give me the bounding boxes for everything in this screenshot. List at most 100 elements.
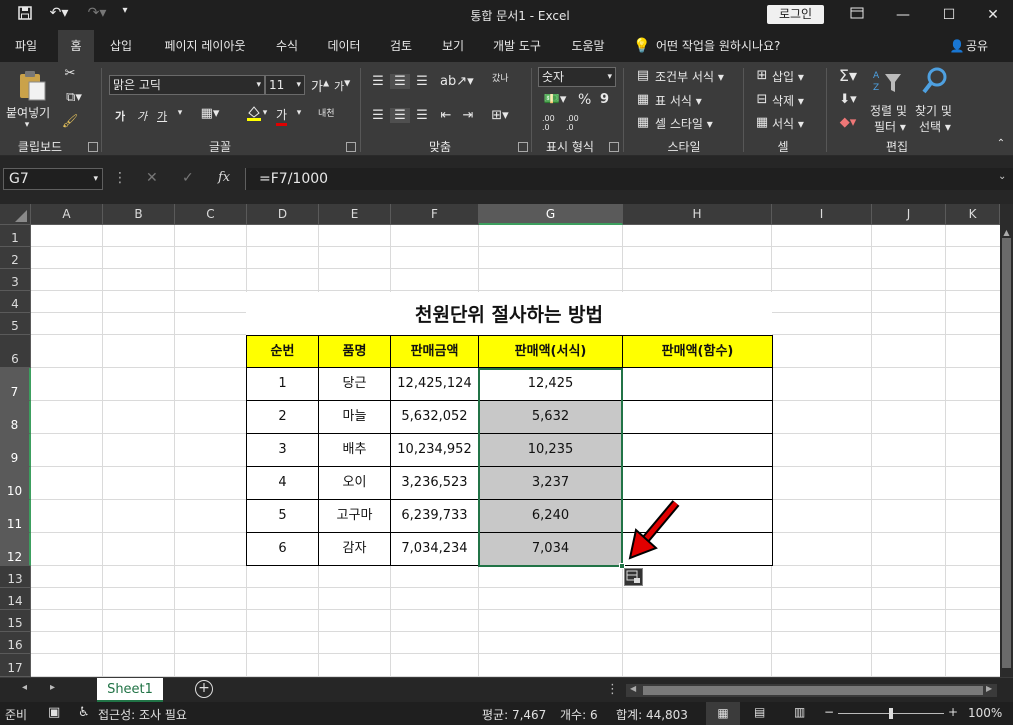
column-header-a[interactable]: A xyxy=(31,204,103,225)
maximize-icon[interactable]: ☐ xyxy=(926,0,972,30)
table-cell[interactable]: 오이 xyxy=(318,466,391,500)
name-box[interactable]: G7 ▾ xyxy=(3,168,103,190)
tab-home[interactable]: 홈 xyxy=(58,30,94,62)
ribbon-display-options-icon[interactable] xyxy=(834,0,880,30)
horizontal-scroll-thumb[interactable] xyxy=(643,686,983,695)
number-launcher-icon[interactable] xyxy=(609,142,619,152)
fill-color-dropdown-icon[interactable]: ▾ xyxy=(260,108,270,118)
scroll-up-icon[interactable]: ▲ xyxy=(1001,228,1012,237)
tab-data[interactable]: 데이터 xyxy=(318,30,370,62)
conditional-format-button[interactable]: 조건부 서식 ▾ xyxy=(655,68,724,85)
sheet-tab-sheet1[interactable]: Sheet1 xyxy=(97,678,163,702)
alignment-launcher-icon[interactable] xyxy=(518,142,528,152)
underline-button[interactable]: 가 xyxy=(157,108,167,124)
row-header-11[interactable]: 11 xyxy=(0,500,31,533)
close-icon[interactable]: ✕ xyxy=(970,0,1013,30)
column-header-i[interactable]: I xyxy=(772,204,872,225)
table-cell[interactable]: 2 xyxy=(246,400,319,434)
font-color-dropdown-icon[interactable]: ▾ xyxy=(294,108,304,118)
confirm-entry-icon[interactable]: ✓ xyxy=(182,170,194,186)
column-header-k[interactable]: K xyxy=(946,204,1000,225)
redo-icon[interactable]: ↷▾ xyxy=(82,5,112,25)
formula-input[interactable]: =F7/1000 xyxy=(245,168,1013,190)
tab-developer[interactable]: 개발 도구 xyxy=(482,30,552,62)
table-cell[interactable]: 5 xyxy=(246,499,319,533)
scroll-left-icon[interactable]: ◀ xyxy=(630,684,636,693)
status-sum[interactable]: 합계: 44,803 xyxy=(616,706,688,723)
save-icon[interactable] xyxy=(14,5,36,25)
find-select-label-1[interactable]: 찾기 및 xyxy=(915,102,952,119)
row-header-3[interactable]: 3 xyxy=(0,269,31,291)
decrease-decimal-button[interactable]: .00 .0 xyxy=(566,114,579,132)
orientation-icon[interactable]: ab↗▾ xyxy=(440,74,474,89)
row-header-17[interactable]: 17 xyxy=(0,654,31,677)
table-cell[interactable]: 3,237 xyxy=(478,466,623,500)
column-header-b[interactable]: B xyxy=(103,204,175,225)
tab-view[interactable]: 보기 xyxy=(432,30,474,62)
table-cell[interactable]: 12,425,124 xyxy=(390,367,479,401)
delete-cells-button[interactable]: 삭제 ▾ xyxy=(772,92,804,109)
align-bottom-icon[interactable]: ☰ xyxy=(412,74,432,89)
row-header-2[interactable]: 2 xyxy=(0,247,31,269)
column-header-h[interactable]: H xyxy=(623,204,772,225)
zoom-in-icon[interactable]: + xyxy=(948,705,958,719)
table-cell[interactable]: 6 xyxy=(246,532,319,566)
merge-center-icon[interactable]: ⊞▾ xyxy=(486,108,514,123)
column-header-j[interactable]: J xyxy=(872,204,946,225)
table-cell[interactable]: 5,632,052 xyxy=(390,400,479,434)
table-cell[interactable]: 감자 xyxy=(318,532,391,566)
row-header-12[interactable]: 12 xyxy=(0,533,31,566)
table-header-cell[interactable]: 판매금액 xyxy=(390,335,479,369)
normal-view-icon[interactable]: ▦ xyxy=(706,702,740,725)
table-header-cell[interactable]: 판매액(함수) xyxy=(622,335,773,369)
scroll-right-icon[interactable]: ▶ xyxy=(986,684,992,693)
align-middle-icon[interactable]: ☰ xyxy=(390,74,410,89)
table-header-cell[interactable]: 순번 xyxy=(246,335,319,369)
scroll-tabs-left-icon[interactable]: ◂ xyxy=(22,682,27,693)
tab-split-handle-icon[interactable]: ⋮ xyxy=(606,682,619,697)
status-count[interactable]: 개수: 6 xyxy=(560,706,598,723)
sort-filter-button[interactable]: 필터 ▾ xyxy=(874,118,906,135)
undo-icon[interactable]: ↶▾ xyxy=(44,5,74,25)
clear-icon[interactable]: ◆▾ xyxy=(834,115,862,130)
borders-icon[interactable]: ▦▾ xyxy=(196,106,224,121)
row-header-1[interactable]: 1 xyxy=(0,225,31,247)
table-cell[interactable]: 당근 xyxy=(318,367,391,401)
paste-icon[interactable] xyxy=(14,68,50,102)
sort-filter-label-1[interactable]: 정렬 및 xyxy=(870,102,907,119)
table-cell[interactable]: 1 xyxy=(246,367,319,401)
phonetic-button[interactable]: 내천 xyxy=(318,106,335,119)
select-all-button[interactable] xyxy=(0,204,31,225)
row-header-5[interactable]: 5 xyxy=(0,313,31,335)
column-header-d[interactable]: D xyxy=(247,204,319,225)
find-select-button[interactable]: 선택 ▾ xyxy=(919,118,951,135)
worksheet-grid[interactable]: ABCDEFGHIJK 1 2 3 4 5 6 7 8 9 10 11 12 13 14 15 16 17 천원… xyxy=(0,204,1000,677)
table-cell[interactable]: 5,632 xyxy=(478,400,623,434)
formula-bar-options-icon[interactable]: ⋮ xyxy=(113,170,127,186)
table-header-cell[interactable]: 판매액(서식) xyxy=(478,335,623,369)
table-cell[interactable]: 6,239,733 xyxy=(390,499,479,533)
autosum-icon[interactable]: Σ▾ xyxy=(834,66,862,85)
row-header-9[interactable]: 9 xyxy=(0,434,31,467)
vertical-scrollbar[interactable]: ▲ xyxy=(1000,204,1013,677)
row-header-6[interactable]: 6 xyxy=(0,335,31,368)
collapse-ribbon-icon[interactable]: ⌃ xyxy=(994,138,1008,149)
column-header-e[interactable]: E xyxy=(319,204,391,225)
table-cell[interactable] xyxy=(622,433,773,467)
font-name-combo[interactable]: 맑은 고딕 ▾ xyxy=(109,75,265,95)
tab-insert[interactable]: 삽입 xyxy=(100,30,142,62)
tab-formulas[interactable]: 수식 xyxy=(266,30,308,62)
table-cell[interactable] xyxy=(622,400,773,434)
column-header-c[interactable]: C xyxy=(175,204,247,225)
table-cell[interactable]: 7,034,234 xyxy=(390,532,479,566)
table-cell[interactable]: 12,425 xyxy=(478,367,623,401)
increase-font-button[interactable]: 가▲ xyxy=(311,76,329,95)
clipboard-launcher-icon[interactable] xyxy=(88,142,98,152)
paste-dropdown-icon[interactable]: ▾ xyxy=(22,120,32,130)
table-cell[interactable]: 4 xyxy=(246,466,319,500)
table-cell[interactable]: 10,235 xyxy=(478,433,623,467)
table-cell[interactable]: 10,234,952 xyxy=(390,433,479,467)
table-cell[interactable]: 3,236,523 xyxy=(390,466,479,500)
login-button[interactable]: 로그인 xyxy=(767,5,824,24)
row-header-4[interactable]: 4 xyxy=(0,291,31,313)
